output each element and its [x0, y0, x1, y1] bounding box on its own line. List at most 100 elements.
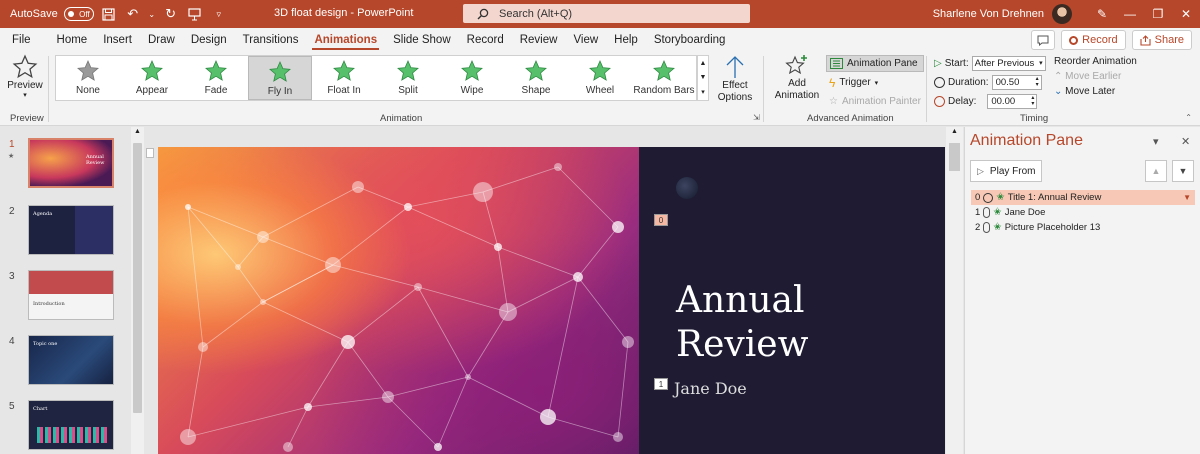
slide-thumbnail-2[interactable]: Agenda — [28, 205, 114, 255]
dialog-launcher-icon[interactable]: ⇲ — [753, 113, 760, 122]
slide-canvas[interactable]: 0 Annual Review 1 Jane Doe — [158, 147, 945, 454]
animation-list-item[interactable]: 1 ✬ Jane Doe — [971, 205, 1195, 220]
close-icon[interactable]: ✕ — [1181, 135, 1190, 148]
search-input[interactable]: Search (Alt+Q) — [463, 4, 750, 23]
animation-pane: Animation Pane ▾ ✕ ▷ Play From ▲ ▼ 0 ✬ Tit… — [964, 127, 1200, 454]
animation-list-item[interactable]: 2 ✬ Picture Placeholder 13 — [971, 220, 1195, 235]
tab-file[interactable]: File — [0, 28, 39, 52]
gallery-item-wipe[interactable]: Wipe — [440, 56, 504, 100]
gallery-item-label: Appear — [135, 85, 169, 96]
move-up-button[interactable]: ▲ — [1145, 160, 1167, 182]
close-icon[interactable]: ✕ — [1172, 0, 1200, 28]
record-button[interactable]: Record — [1061, 30, 1126, 50]
preview-button[interactable]: Preview ▾ — [6, 54, 44, 104]
comments-button[interactable] — [1031, 30, 1056, 50]
duration-label: Duration: — [948, 76, 989, 88]
pen-icon[interactable]: ✎ — [1088, 0, 1116, 28]
chevron-down-icon[interactable]: ▼ — [700, 74, 707, 81]
tab-storyboarding[interactable]: Storyboarding — [646, 28, 734, 52]
chevron-up-icon[interactable]: ▲ — [700, 60, 707, 67]
trigger-button[interactable]: ϟ Trigger ▾ — [826, 74, 924, 91]
present-from-start-icon[interactable] — [186, 5, 204, 23]
animation-painter-button[interactable]: ☆ Animation Painter — [826, 93, 924, 110]
tab-home[interactable]: Home — [49, 28, 96, 52]
animation-list-item[interactable]: 0 ✬ Title 1: Annual Review ▼ — [971, 190, 1195, 205]
tab-insert[interactable]: Insert — [95, 28, 140, 52]
animation-pane-button[interactable]: Animation Pane — [826, 55, 924, 72]
customize-toolbar-icon[interactable]: ▿ — [210, 5, 228, 23]
effect-options-button[interactable]: Effect Options — [712, 54, 758, 108]
slide-thumbnail-1[interactable]: Annual Review — [28, 138, 114, 188]
start-select[interactable]: After Previous ▾ — [971, 55, 1046, 71]
collapse-ribbon-icon[interactable]: ⌃ — [1185, 113, 1192, 122]
minimize-icon[interactable]: — — [1116, 0, 1144, 28]
add-animation-button[interactable]: Add Animation — [770, 54, 824, 110]
slide-scrollbar[interactable]: ▲ — [946, 127, 963, 454]
slide-title[interactable]: Annual Review — [676, 279, 936, 367]
slide-scroll-thumb[interactable] — [949, 143, 960, 171]
slide-thumbnail-4[interactable]: Topic one — [28, 335, 114, 385]
undo-icon[interactable]: ↶ — [124, 5, 142, 23]
thumbnail-chart-graphic — [37, 427, 107, 443]
triangle-down-icon: ▼ — [1178, 166, 1188, 176]
gallery-item-none[interactable]: None — [56, 56, 120, 100]
duration-input[interactable]: 00.50 ▴ ▾ — [991, 74, 1042, 90]
chevron-down-icon[interactable]: ⌄ — [148, 5, 156, 23]
tab-animations[interactable]: Animations — [306, 28, 385, 52]
animation-gallery: None Appear Fade Fly In Float In Split Wipe Sha… — [55, 55, 697, 101]
tab-transitions[interactable]: Transitions — [235, 28, 307, 52]
slide-thumbnail-3[interactable]: Introduction — [28, 270, 114, 320]
move-later-button[interactable]: ⌄ Move Later — [1054, 86, 1137, 97]
gallery-item-split[interactable]: Split — [376, 56, 440, 100]
chevron-up-icon[interactable]: ▲ — [951, 128, 958, 135]
pane-options-icon[interactable]: ▾ — [1153, 135, 1159, 148]
redo-icon[interactable]: ↻ — [162, 5, 180, 23]
thumbnails-scrollbar[interactable]: ▲ — [131, 127, 144, 454]
preview-star-icon — [12, 54, 38, 79]
tab-design[interactable]: Design — [183, 28, 235, 52]
gallery-item-appear[interactable]: Appear — [120, 56, 184, 100]
tab-record[interactable]: Record — [459, 28, 512, 52]
animation-tag-title: 0 — [654, 214, 668, 226]
tab-view[interactable]: View — [565, 28, 606, 52]
tab-draw[interactable]: Draw — [140, 28, 183, 52]
gallery-more-icon[interactable]: ▾ — [701, 88, 705, 96]
avatar[interactable] — [1052, 4, 1072, 24]
gallery-item-fly-in[interactable]: Fly In — [248, 56, 312, 100]
move-down-button[interactable]: ▼ — [1172, 160, 1194, 182]
group-label-advanced-animation: Advanced Animation — [807, 113, 894, 124]
trigger-label: Trigger — [839, 77, 871, 88]
share-button[interactable]: Share — [1131, 30, 1192, 50]
item-dropdown-icon[interactable]: ▼ — [1183, 193, 1191, 202]
spin-icon[interactable]: ▴ ▾ — [1031, 95, 1034, 107]
gallery-scroll[interactable]: ▲ ▼ ▾ — [697, 55, 709, 101]
save-icon[interactable] — [100, 5, 118, 23]
user-name[interactable]: Sharlene Von Drehnen — [933, 8, 1044, 20]
gallery-item-float-in[interactable]: Float In — [312, 56, 376, 100]
slide-picture[interactable] — [158, 147, 639, 454]
play-from-button[interactable]: ▷ Play From — [970, 160, 1043, 182]
gallery-item-fade[interactable]: Fade — [184, 56, 248, 100]
group-label-preview: Preview — [10, 113, 44, 124]
slide-thumbnail-5[interactable]: Chart — [28, 400, 114, 450]
tab-slide-show[interactable]: Slide Show — [385, 28, 459, 52]
restore-icon[interactable]: ❐ — [1144, 0, 1172, 28]
animation-pane-title: Animation Pane — [970, 132, 1083, 149]
tab-help[interactable]: Help — [606, 28, 646, 52]
tab-review[interactable]: Review — [512, 28, 566, 52]
chevron-up-icon[interactable]: ▲ — [134, 128, 141, 135]
spin-icon[interactable]: ▴ ▾ — [1036, 76, 1039, 88]
animation-item-name: Jane Doe — [1004, 207, 1046, 218]
animation-tag-subtitle: 1 — [654, 378, 668, 390]
slide-subtitle[interactable]: Jane Doe — [674, 379, 747, 398]
slide-moon-decoration — [676, 177, 698, 199]
move-earlier-button[interactable]: ⌃ Move Earlier — [1054, 71, 1137, 82]
gallery-item-shape[interactable]: Shape — [504, 56, 568, 100]
gallery-item-wheel[interactable]: Wheel — [568, 56, 632, 100]
delay-input[interactable]: 00.00 ▴ ▾ — [987, 93, 1038, 109]
gallery-item-random-bars[interactable]: Random Bars — [632, 56, 696, 100]
thumbnails-scroll-thumb[interactable] — [133, 143, 142, 413]
add-animation-label-2: Animation — [774, 90, 820, 101]
comment-icon — [1037, 35, 1049, 46]
autosave-toggle[interactable]: Off — [63, 7, 94, 21]
